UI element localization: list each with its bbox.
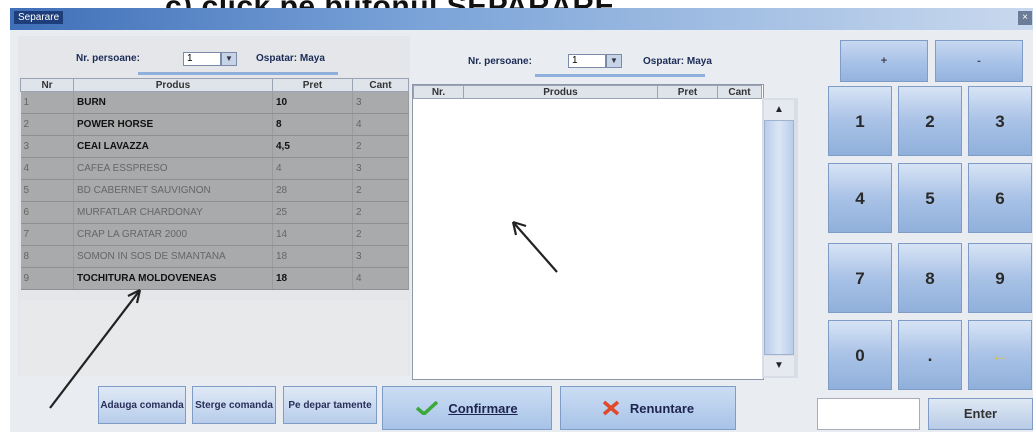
arrow-to-left-table xyxy=(49,289,141,409)
arrow-to-right-panel xyxy=(512,221,558,273)
annotation-arrows xyxy=(49,220,558,409)
